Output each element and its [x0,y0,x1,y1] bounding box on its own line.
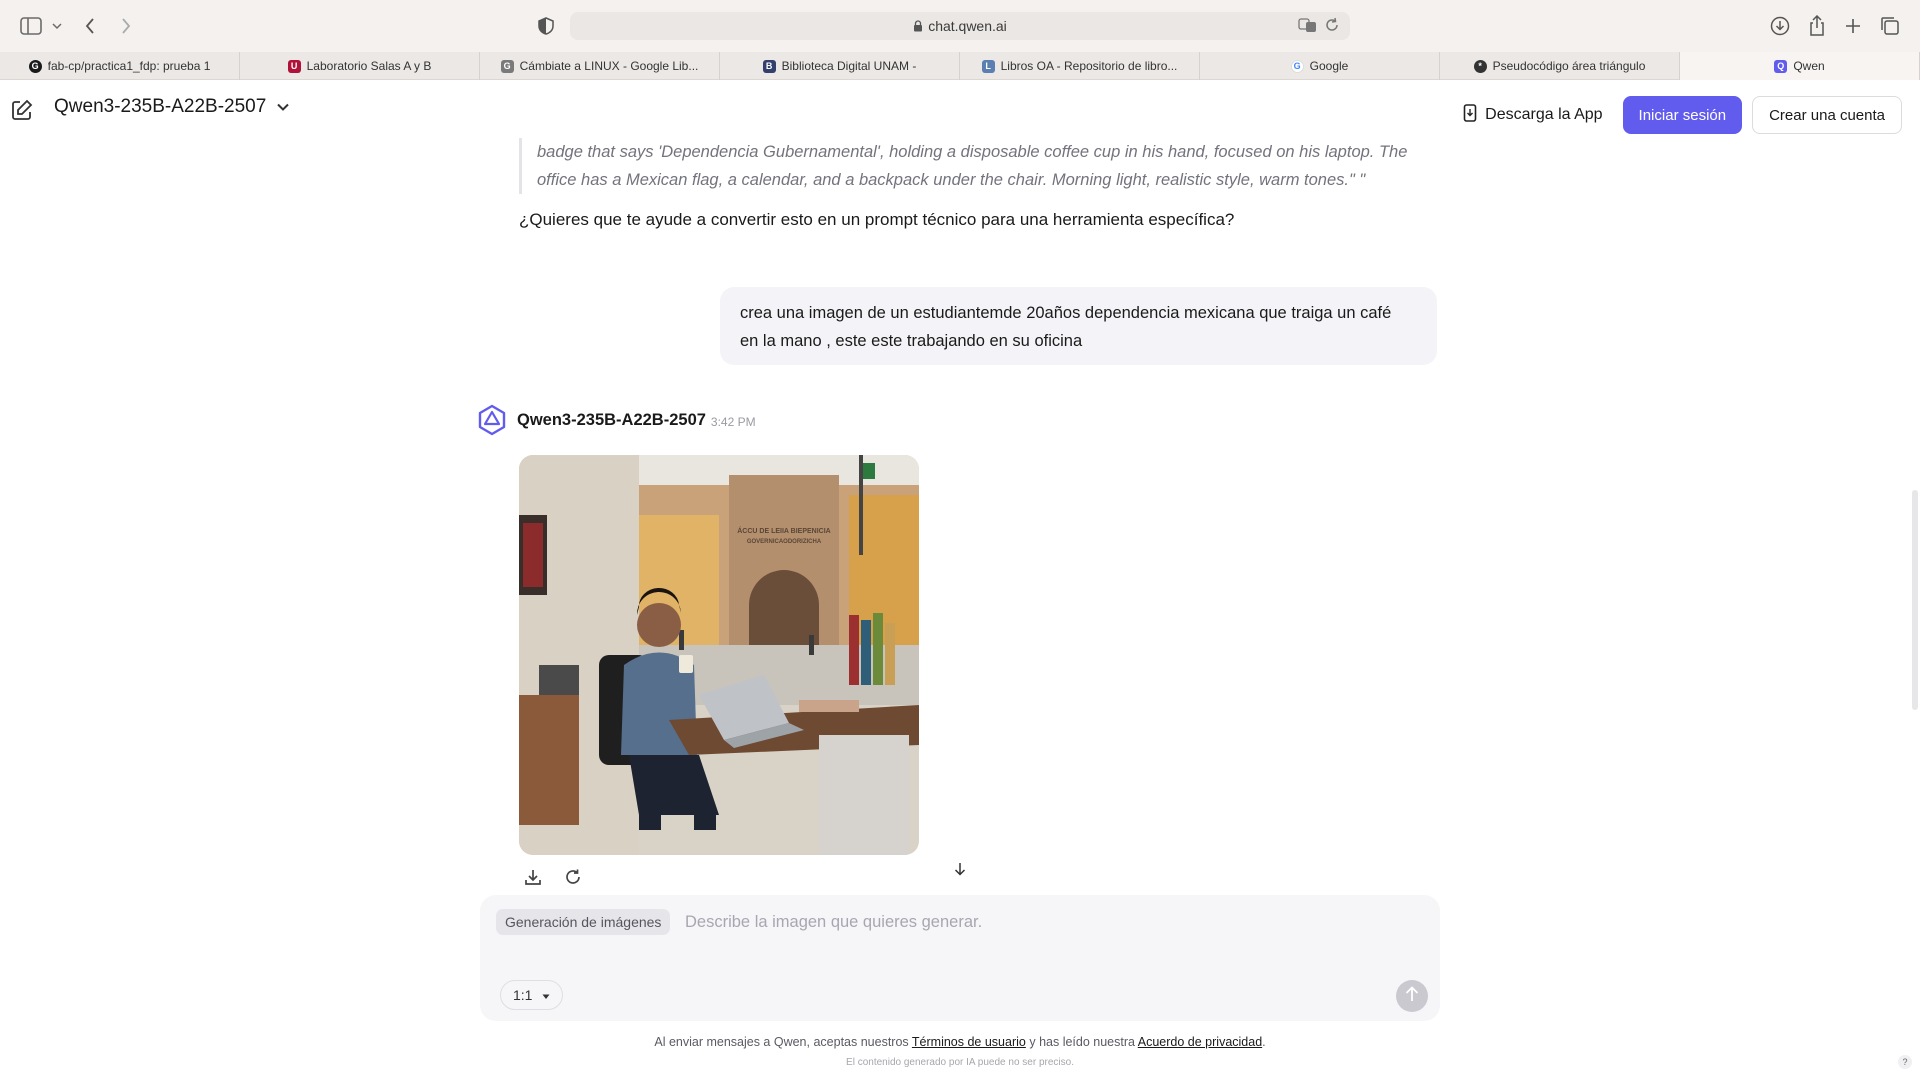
regenerate-icon[interactable] [564,868,582,891]
assistant-followup-question: ¿Quieres que te ayude a convertir esto e… [519,210,1235,229]
tab-qwen[interactable]: Q Qwen [1680,52,1920,80]
model-selector[interactable]: Qwen3-235B-A22B-2507 [54,96,290,118]
google-icon: G [1290,59,1304,73]
prompt-input[interactable] [685,909,1385,935]
terms-link[interactable]: Términos de usuario [912,1035,1026,1049]
download-icon[interactable] [1770,14,1790,38]
lock-icon [913,20,923,32]
image-actions [524,868,582,891]
arrow-down-icon [954,862,966,881]
aspect-ratio-value: 1:1 [513,987,533,1003]
login-button[interactable]: Iniciar sesión [1622,96,1743,134]
terms-notice: Al enviar mensajes a Qwen, aceptas nuest… [0,1035,1920,1049]
phone-download-icon [1463,103,1477,127]
tab-overview-icon[interactable] [1880,14,1900,38]
privacy-shield-icon[interactable] [538,14,554,38]
download-app-link[interactable]: Descarga la App [1463,103,1603,127]
sidebar-toggle-icon[interactable] [20,14,42,38]
tab-pseudocodigo[interactable]: * Pseudocódigo área triángulo [1440,52,1680,80]
download-app-label: Descarga la App [1485,106,1603,123]
help-button[interactable]: ? [1898,1055,1912,1069]
url-text: chat.qwen.ai [928,18,1007,34]
tab-laboratorio[interactable]: U Laboratorio Salas A y B [240,52,480,80]
chevron-down-icon[interactable] [52,14,62,38]
translate-icon[interactable] [1298,17,1318,36]
message-composer: Generación de imágenes 1:1 [480,895,1440,1021]
tab-bar: G fab-cp/practica1_fdp: prueba 1 U Labor… [0,52,1920,80]
terms-suffix: . [1262,1035,1266,1049]
qwen-icon: Q [1774,59,1788,73]
download-image-icon[interactable] [524,868,542,891]
github-icon: G [28,59,42,73]
assistant-quote-block: badge that says 'Dependencia Gubernament… [519,138,1439,194]
tab-github[interactable]: G fab-cp/practica1_fdp: prueba 1 [0,52,240,80]
tab-google-books[interactable]: G Cámbiate a LINUX - Google Lib... [480,52,720,80]
scroll-to-bottom-button[interactable] [947,858,973,884]
quote-line: office has a Mexican flag, a calendar, a… [537,171,1366,189]
address-bar[interactable]: chat.qwen.ai [570,12,1350,40]
chevron-down-icon [276,96,290,118]
image-sign-text: ÁCCU DE LEIIA BIEPENICIA [737,526,830,535]
aspect-ratio-select[interactable]: 1:1 [500,980,564,1010]
user-message-line: en la mano , este este trabajando en su … [740,332,1083,350]
assistant-name: Qwen3-235B-A22B-2507 [517,410,706,429]
user-message-line: crea una imagen de un estudiantemde 20añ… [740,304,1392,322]
back-icon[interactable] [84,14,96,38]
new-chat-icon[interactable] [10,98,34,122]
caret-down-icon [542,987,550,1003]
arrow-up-icon [1405,985,1419,1007]
google-books-icon: G [500,59,514,73]
terms-middle: y has leído nuestra [1029,1035,1135,1049]
browser-toolbar: chat.qwen.ai [0,0,1920,52]
page-scrollbar[interactable] [1912,490,1918,710]
user-message: crea una imagen de un estudiantemde 20añ… [720,287,1437,365]
signup-button[interactable]: Crear una cuenta [1752,96,1902,134]
tab-libros-oa[interactable]: L Libros OA - Repositorio de libro... [960,52,1200,80]
openai-icon: * [1473,59,1487,73]
ai-disclaimer: El contenido generado por IA puede no se… [846,1057,1074,1068]
qwen-logo-icon [476,404,508,436]
message-timestamp: 3:42 PM [710,414,756,429]
app-header: Qwen3-235B-A22B-2507 Descarga la App Ini… [0,80,1920,140]
image-generation-mode-chip[interactable]: Generación de imágenes [496,909,671,935]
unam-icon: U [287,59,301,73]
doc-icon: B [762,59,776,73]
quote-line: badge that says 'Dependencia Gubernament… [537,143,1408,161]
share-icon[interactable] [1808,14,1826,38]
send-button[interactable] [1396,980,1428,1012]
tab-google[interactable]: G Google [1200,52,1440,80]
assistant-message-header: Qwen3-235B-A22B-2507 3:42 PM [476,404,756,436]
image-sign-text: GOVERNICAODORIZICHA [747,539,822,545]
model-name: Qwen3-235B-A22B-2507 [54,96,267,117]
generated-image[interactable]: ÁCCU DE LEIIA BIEPENICIA GOVERNICAODORIZ… [519,455,919,855]
forward-icon[interactable] [120,14,132,38]
privacy-link[interactable]: Acuerdo de privacidad [1138,1035,1262,1049]
new-tab-icon[interactable] [1845,14,1861,38]
oa-icon: L [981,59,995,73]
terms-prefix: Al enviar mensajes a Qwen, aceptas nuest… [654,1035,909,1049]
tab-biblioteca[interactable]: B Biblioteca Digital UNAM - [720,52,960,80]
reload-icon[interactable] [1324,17,1340,36]
